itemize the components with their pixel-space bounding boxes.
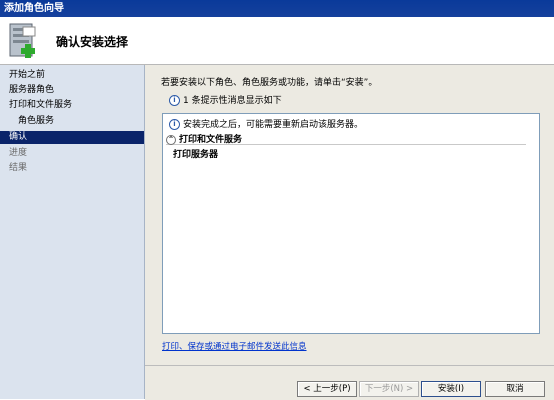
role-name: 打印和文件服务 [179, 135, 243, 145]
restart-notice: i 安装完成之后，可能需要重新启动该服务器。 [169, 117, 363, 130]
next-button: 下一步(N) > [359, 381, 419, 397]
button-bar: < 上一步(P) 下一步(N) > 安装(I) 取消 [145, 365, 554, 400]
notice-text: 安装完成之后，可能需要重新启动该服务器。 [183, 120, 364, 130]
step-label: 服务器角色 [9, 85, 55, 95]
step-role-services[interactable]: 角色服务 [0, 115, 144, 128]
step-label: 进度 [9, 148, 28, 158]
step-label: 角色服务 [18, 116, 55, 126]
previous-button[interactable]: < 上一步(P) [297, 381, 357, 397]
window-title: 添加角色向导 [4, 3, 64, 14]
instruction-text: 若要安装以下角色、角色服务或功能，请单击“安装”。 [161, 78, 378, 88]
info-icon: i [169, 119, 180, 130]
step-print-file-services[interactable]: 打印和文件服务 [0, 99, 144, 112]
wizard-header: 确认安装选择 [0, 17, 554, 65]
info-message-count: i1 条提示性消息显示如下 [169, 93, 282, 106]
step-progress: 进度 [0, 147, 144, 160]
info-icon: i [169, 95, 180, 106]
step-label: 开始之前 [9, 70, 46, 80]
confirmation-panel[interactable]: i 安装完成之后，可能需要重新启动该服务器。 ^ 打印和文件服务 打印服务器 [162, 113, 540, 334]
main-content: 若要安装以下角色、角色服务或功能，请单击“安装”。 i1 条提示性消息显示如下 … [145, 65, 554, 365]
step-results: 结果 [0, 162, 144, 175]
step-server-roles[interactable]: 服务器角色 [0, 84, 144, 97]
print-save-email-link[interactable]: 打印、保存或通过电子邮件发送此信息 [162, 340, 307, 352]
collapse-icon[interactable]: ^ [166, 134, 176, 145]
role-group-header[interactable]: ^ 打印和文件服务 [166, 132, 526, 145]
step-before-you-begin[interactable]: 开始之前 [0, 69, 144, 82]
role-service-item: 打印服务器 [173, 150, 219, 160]
step-label: 结果 [9, 163, 28, 173]
step-label: 打印和文件服务 [9, 100, 73, 110]
wizard-steps-sidebar: 开始之前 服务器角色 打印和文件服务 角色服务 确认 进度 结果 [0, 65, 145, 399]
info-count-text: 1 条提示性消息显示如下 [183, 96, 282, 106]
cancel-button[interactable]: 取消 [485, 381, 545, 397]
install-button[interactable]: 安装(I) [421, 381, 481, 397]
step-label: 确认 [9, 132, 28, 142]
step-confirmation[interactable]: 确认 [0, 131, 144, 144]
title-bar: 添加角色向导 [0, 0, 554, 17]
page-title: 确认安装选择 [56, 35, 129, 49]
server-add-icon [9, 23, 36, 58]
